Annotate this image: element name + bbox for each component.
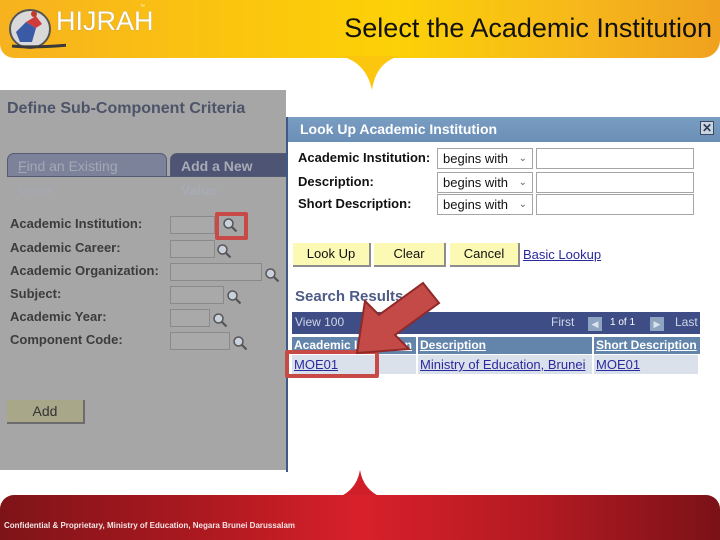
look-up-button[interactable]: Look Up [293,243,371,267]
academic-year-label: Academic Year: [10,309,107,324]
chevron-down-icon: ⌄ [518,177,527,188]
lookup-modal: Look Up Academic Institution ✕ Academic … [286,117,720,472]
annotation-arrow-icon [355,281,441,355]
academic-organization-label: Academic Organization: [10,263,159,278]
header-banner: HIJRAH ™ Select the Academic Institution [0,0,720,58]
tab-find-existing-value[interactable]: Find an Existing Value [7,153,167,198]
page-title: Define Sub-Component Criteria [7,100,246,117]
academic-career-label: Academic Career: [10,240,121,255]
academic-institution-search-input[interactable] [536,148,694,169]
logo-trademark: ™ [140,4,145,10]
chevron-down-icon: ⌄ [518,153,527,164]
criteria-label: Short Description: [298,196,412,211]
academic-career-input[interactable] [170,240,215,258]
lookup-icon[interactable] [232,335,248,351]
view-100-link[interactable]: View 100 [295,315,344,329]
lookup-icon[interactable] [216,243,232,259]
chevron-down-icon: ⌄ [518,199,527,210]
first-link[interactable]: First [551,315,574,329]
cancel-button[interactable]: Cancel [450,243,520,267]
academic-organization-input[interactable] [170,263,262,281]
lookup-highlight [215,212,248,240]
tab-label: ind an Existing Value [18,158,118,198]
next-arrow-icon[interactable]: ▶ [650,317,664,331]
subject-input[interactable] [170,286,224,304]
footer-text: Confidential & Proprietary, Ministry of … [4,521,296,530]
lookup-icon[interactable] [212,312,228,328]
operator-select[interactable]: begins with ⌄ [437,148,533,169]
tab-add-new-value[interactable]: Add a New Value [170,153,300,198]
short-description-search-input[interactable] [536,194,694,215]
column-header-short-description[interactable]: Short Description [594,337,700,354]
grid-navigation-bar: View 100 First ◀ 1 of 1 ▶ Last [292,312,700,334]
basic-lookup-link[interactable]: Basic Lookup [523,247,601,262]
description-search-input[interactable] [536,172,694,193]
criteria-label: Description: [298,174,374,189]
clear-button[interactable]: Clear [374,243,446,267]
subject-label: Subject: [10,286,62,301]
operator-value: begins with [443,197,509,212]
slide-title: Select the Academic Institution [344,13,712,43]
add-button[interactable]: Add [7,400,85,424]
criteria-label: Academic Institution: [298,150,431,165]
academic-year-input[interactable] [170,309,210,327]
tab-accesskey: F [18,158,27,174]
footer-banner: Confidential & Proprietary, Ministry of … [0,495,720,540]
lookup-icon[interactable] [226,289,242,305]
operator-value: begins with [443,175,509,190]
component-code-input[interactable] [170,332,230,350]
last-link[interactable]: Last [675,315,698,329]
tab-divider [7,176,287,177]
previous-arrow-icon[interactable]: ◀ [588,317,602,331]
logo-text: HIJRAH [56,6,154,36]
operator-select[interactable]: begins with ⌄ [437,172,533,193]
row-count: 1 of 1 [610,317,636,328]
banner-pointer [340,56,400,90]
operator-value: begins with [443,151,509,166]
modal-title: Look Up Academic Institution [300,121,498,137]
academic-institution-input[interactable] [170,216,215,234]
component-code-label: Component Code: [10,332,123,347]
academic-institution-label: Academic Institution: [10,216,143,231]
modal-header: Look Up Academic Institution ✕ [288,117,720,142]
lookup-icon[interactable] [264,267,280,283]
result-short-description-link[interactable]: MOE01 [594,355,698,374]
page-background: Define Sub-Component Criteria Find an Ex… [0,90,300,470]
close-icon[interactable]: ✕ [700,121,714,135]
operator-select[interactable]: begins with ⌄ [437,194,533,215]
